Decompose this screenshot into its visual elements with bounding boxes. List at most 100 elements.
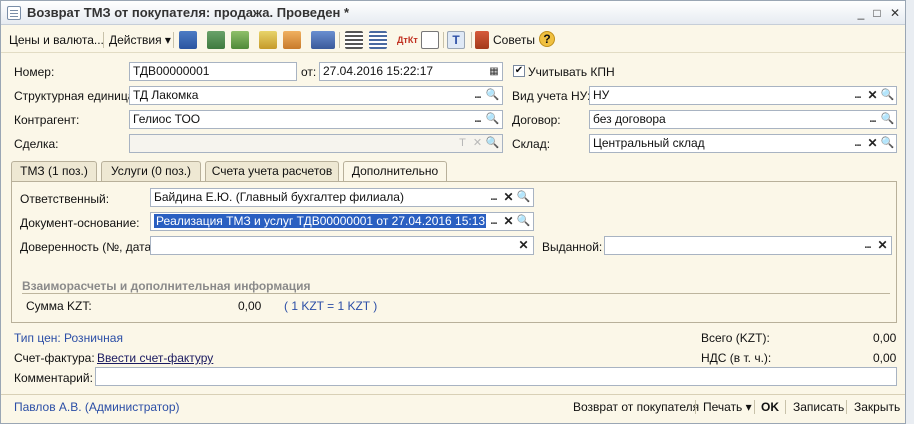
warehouse-clear-icon[interactable]: ✕	[865, 135, 880, 152]
print-button[interactable]: Печать ▾	[703, 399, 752, 415]
close-button[interactable]: Закрыть	[854, 399, 900, 415]
minimize-button[interactable]: _	[853, 5, 869, 21]
toolbar-separator	[339, 32, 340, 48]
deal-open-icon[interactable]: 🔍	[485, 135, 500, 152]
responsible-field[interactable]: Байдина Е.Ю. (Главный бухгалтер филиала)…	[150, 188, 534, 207]
comment-label: Комментарий:	[14, 371, 93, 385]
report-icon[interactable]	[421, 31, 439, 49]
counterparty-select-button[interactable]: ...	[470, 111, 485, 128]
dt-kt-button[interactable]: ДтКт	[395, 31, 420, 49]
contract-field[interactable]: без договора ... 🔍	[589, 110, 897, 129]
contract-select-button[interactable]: ...	[865, 111, 880, 128]
base-doc-select-button[interactable]: ...	[486, 213, 501, 230]
sum-value: 0,00	[238, 299, 262, 313]
structure-icon[interactable]	[283, 31, 301, 49]
toolbar-separator	[103, 32, 104, 48]
tips-button[interactable]: Советы	[491, 31, 537, 49]
total-value: 0,00	[873, 331, 897, 345]
deal-label: Сделка:	[14, 137, 59, 151]
chevron-down-icon: ▾	[164, 33, 171, 47]
deal-type-icon[interactable]: T	[455, 135, 470, 152]
toolbar-separator	[471, 32, 472, 48]
base-doc-open-icon[interactable]: 🔍	[516, 213, 531, 230]
enter-invoice-link[interactable]: Ввести счет-фактуру	[97, 351, 213, 365]
calendar-icon[interactable]: ▦	[487, 63, 501, 80]
save-button[interactable]: Записать	[793, 399, 844, 415]
print-label: Печать	[703, 400, 743, 414]
nu-value: НУ	[593, 88, 610, 102]
toolbar-separator	[173, 32, 174, 48]
chevron-down-icon: ▾	[745, 400, 752, 414]
refresh-icon[interactable]	[207, 31, 225, 49]
list-icon[interactable]	[345, 31, 363, 49]
help-icon[interactable]: ?	[539, 31, 555, 47]
bottom-separator	[754, 400, 755, 414]
copy-icon[interactable]	[231, 31, 249, 49]
date-field[interactable]: 27.04.2016 15:22:17 ▦	[319, 62, 503, 81]
background-window-edge	[906, 0, 914, 424]
window-title: Возврат ТМЗ от покупателя: продажа. Пров…	[27, 5, 350, 20]
price-type-link[interactable]: Тип цен: Розничная	[14, 331, 123, 345]
base-doc-value: Реализация ТМЗ и услуг ТДВ00000001 от 27…	[154, 214, 504, 228]
nu-select-button[interactable]: ...	[850, 87, 865, 104]
current-user: Павлов А.В. (Администратор)	[14, 400, 180, 414]
actions-menu-button[interactable]: Действия ▾	[107, 31, 173, 49]
issued-field[interactable]: ... ✕	[604, 236, 892, 255]
tab-services[interactable]: Услуги (0 поз.)	[101, 161, 201, 181]
ok-button[interactable]: OK	[761, 399, 779, 415]
return-from-buyer-button[interactable]: Возврат от покупателя	[573, 399, 699, 415]
number-label: Номер:	[14, 65, 55, 79]
date-label: от:	[301, 65, 317, 79]
number-field[interactable]: ТДВ00000001	[129, 62, 297, 81]
kpn-checkbox[interactable]: ✔	[513, 65, 525, 77]
bottom-separator	[846, 400, 847, 414]
section-divider	[22, 293, 890, 294]
close-window-button[interactable]: ✕	[887, 5, 903, 21]
tab-additional[interactable]: Дополнительно	[343, 161, 447, 182]
responsible-open-icon[interactable]: 🔍	[516, 189, 531, 206]
deal-clear-icon[interactable]: ✕	[470, 135, 485, 152]
post-document-icon[interactable]	[179, 31, 197, 49]
kpn-label: Учитывать КПН	[528, 65, 615, 79]
tips-icon	[475, 31, 489, 49]
rate-text: ( 1 KZT = 1 KZT )	[284, 299, 378, 313]
power-attorney-field[interactable]: ✕	[150, 236, 534, 255]
struct-unit-field[interactable]: ТД Лакомка ... 🔍	[129, 86, 503, 105]
save-doc-icon[interactable]	[259, 31, 277, 49]
tab-accounts[interactable]: Счета учета расчетов	[205, 161, 339, 181]
struct-unit-select-button[interactable]: ...	[470, 87, 485, 104]
nu-clear-icon[interactable]: ✕	[865, 87, 880, 104]
base-doc-field[interactable]: Реализация ТМЗ и услуг ТДВ00000001 от 27…	[150, 212, 534, 231]
deal-field[interactable]: T ✕ 🔍	[129, 134, 503, 153]
struct-unit-value: ТД Лакомка	[133, 88, 199, 102]
additional-panel: Ответственный: Байдина Е.Ю. (Главный бух…	[11, 181, 897, 323]
responsible-clear-icon[interactable]: ✕	[501, 189, 516, 206]
nu-field[interactable]: НУ ... ✕ 🔍	[589, 86, 897, 105]
warehouse-select-button[interactable]: ...	[850, 135, 865, 152]
warehouse-value: Центральный склад	[593, 136, 705, 150]
issued-clear-icon[interactable]: ✕	[875, 237, 890, 254]
bottom-separator	[785, 400, 786, 414]
issued-select-button[interactable]: ...	[860, 237, 875, 254]
counterparty-open-icon[interactable]: 🔍	[485, 111, 500, 128]
prices-currency-button[interactable]: Цены и валюта...	[7, 31, 106, 49]
warehouse-open-icon[interactable]: 🔍	[880, 135, 895, 152]
maximize-button[interactable]: □	[869, 5, 885, 21]
checklist-icon[interactable]	[369, 31, 387, 49]
counterparty-field[interactable]: Гелиос ТОО ... 🔍	[129, 110, 503, 129]
warehouse-field[interactable]: Центральный склад ... ✕ 🔍	[589, 134, 897, 153]
responsible-select-button[interactable]: ...	[486, 189, 501, 206]
text-format-icon[interactable]: T	[447, 31, 465, 49]
struct-unit-open-icon[interactable]: 🔍	[485, 87, 500, 104]
contract-open-icon[interactable]: 🔍	[880, 111, 895, 128]
section-title: Взаиморасчеты и дополнительная информаци…	[22, 279, 311, 293]
base-doc-clear-icon[interactable]: ✕	[501, 213, 516, 230]
comment-field[interactable]	[95, 367, 897, 386]
go-menu-icon[interactable]	[311, 31, 335, 49]
toolbar-separator	[443, 32, 444, 48]
tab-goods[interactable]: ТМЗ (1 поз.)	[11, 161, 97, 181]
nu-open-icon[interactable]: 🔍	[880, 87, 895, 104]
document-icon	[7, 6, 21, 20]
power-attorney-clear-icon[interactable]: ✕	[516, 237, 531, 254]
nu-label: Вид учета НУ:	[512, 89, 591, 103]
